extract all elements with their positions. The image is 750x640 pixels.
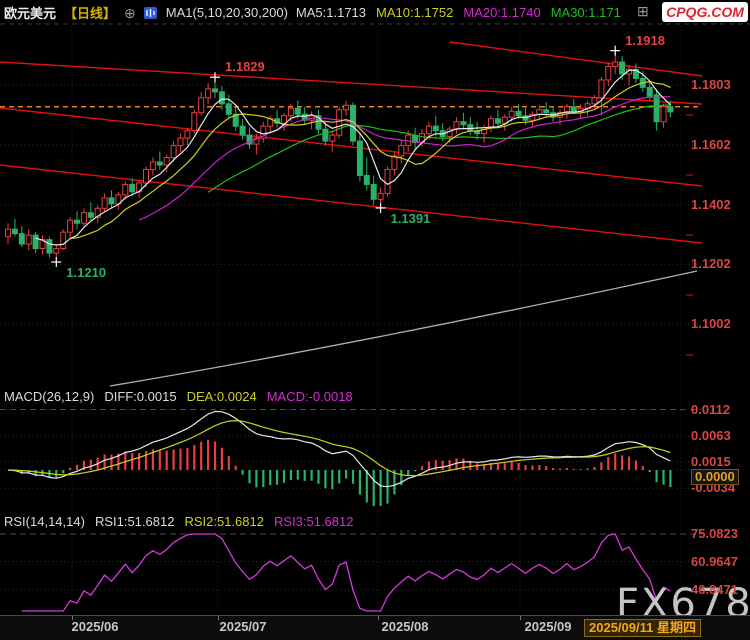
time-axis-label: 2025/07	[219, 619, 267, 634]
time-axis-label: 2025/06	[71, 619, 119, 634]
price-axis-label: 1.1402	[691, 196, 731, 212]
macd-axis-label: 0.0063	[691, 427, 731, 443]
macd-axis-label: 0.0000	[691, 469, 739, 485]
ma-value: MA10:1.1752	[376, 5, 454, 20]
annotation-label: 1.1829	[225, 59, 265, 75]
ma-value: MA5:1.1713	[295, 5, 367, 20]
chart-window: 欧元美元 【日线】 ⊕ MA1(5,10,20,30,200) MA5:1.17…	[0, 0, 750, 640]
macd-dea-value: DEA:0.0024	[186, 389, 257, 404]
price-axis-label: 1.1602	[691, 136, 731, 152]
time-axis-tick	[520, 616, 521, 620]
annotation-label: 1.1918	[625, 32, 665, 48]
candlestick-icon[interactable]	[143, 6, 158, 20]
macd-diff-value: DIFF:0.0015	[104, 389, 177, 404]
symbol-title: 欧元美元	[4, 6, 57, 21]
rsi-axis-label: 75.0823	[691, 526, 738, 541]
chart-header: 欧元美元 【日线】 ⊕ MA1(5,10,20,30,200) MA5:1.17…	[4, 3, 621, 22]
rsi3-value: RSI3:51.6812	[273, 514, 354, 529]
price-axis-label: 1.1202	[691, 256, 731, 272]
macd-bar-value: MACD:-0.0018	[266, 389, 353, 404]
rsi2-value: RSI2:51.6812	[184, 514, 264, 529]
macd-indicator-label: MACD(26,12,9)	[4, 389, 95, 404]
circle-plus-icon[interactable]: ⊕	[124, 6, 136, 20]
time-axis-label: 2025/08	[381, 619, 429, 634]
annotation-label: 1.1391	[390, 210, 431, 226]
rsi-axis-label: 60.9647	[691, 553, 738, 569]
time-axis-label: 2025/09	[524, 619, 572, 634]
macd-panel-header: MACD(26,12,9) DIFF:0.0015 DEA:0.0024 MAC…	[4, 389, 353, 404]
ma-settings-label: MA1(5,10,20,30,200)	[165, 5, 288, 20]
layout-grid-icon[interactable]: ⊞	[637, 4, 649, 18]
ma-values: MA5:1.1713 MA10:1.1752 MA20:1.1740 MA30:1.1…	[296, 5, 621, 20]
price-axis-label: 1.1803	[691, 77, 731, 92]
macd-axis-label: 0.0015	[691, 453, 731, 469]
time-axis-tick	[378, 616, 379, 620]
rsi-panel-header: RSI(14,14,14) RSI1:51.6812 RSI2:51.6812 …	[4, 514, 353, 529]
chart-canvas[interactable]	[0, 0, 750, 640]
macd-axis-label: 0.0112	[691, 401, 731, 417]
ma-value: MA30:1.171	[550, 5, 621, 20]
price-axis-label: 1.1002	[691, 316, 731, 332]
rsi1-value: RSI1:51.6812	[94, 514, 175, 529]
ma-value: MA20:1.1740	[463, 5, 541, 20]
current-date-badge: 2025/09/11 星期四	[584, 619, 701, 637]
annotation-label: 1.1210	[66, 265, 107, 280]
rsi-axis-label: 46.8471	[691, 582, 738, 598]
cpqg-logo: CPQG.COM	[662, 2, 748, 22]
rsi-indicator-label: RSI(14,14,14)	[4, 514, 85, 529]
timeframe-label: 【日线】	[64, 6, 117, 21]
